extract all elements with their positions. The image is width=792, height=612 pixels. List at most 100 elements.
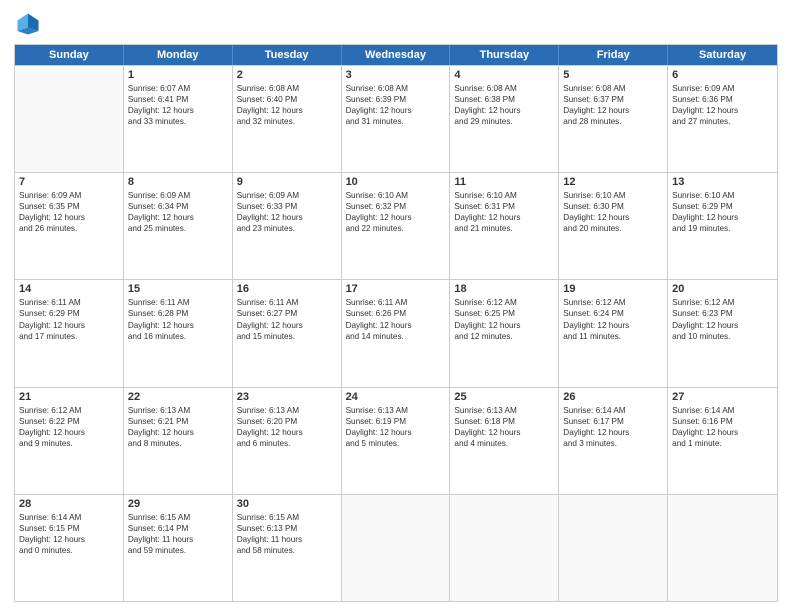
cell-info-line: Daylight: 12 hours [128, 427, 228, 438]
cell-info-line: Sunrise: 6:08 AM [237, 83, 337, 94]
calendar-cell: 6Sunrise: 6:09 AMSunset: 6:36 PMDaylight… [668, 66, 777, 172]
day-number: 4 [454, 69, 554, 81]
day-number: 10 [346, 176, 446, 188]
day-number: 12 [563, 176, 663, 188]
cell-info-line: Daylight: 12 hours [19, 534, 119, 545]
calendar-body: 1Sunrise: 6:07 AMSunset: 6:41 PMDaylight… [15, 65, 777, 601]
cell-info-line: Sunrise: 6:13 AM [237, 405, 337, 416]
cell-info-line: Sunrise: 6:09 AM [672, 83, 773, 94]
cell-info-line: Daylight: 12 hours [563, 320, 663, 331]
day-number: 29 [128, 498, 228, 510]
header [14, 10, 778, 38]
calendar-cell: 25Sunrise: 6:13 AMSunset: 6:18 PMDayligh… [450, 388, 559, 494]
cell-info-line: Sunset: 6:23 PM [672, 308, 773, 319]
cell-info-line: and 5 minutes. [346, 438, 446, 449]
calendar-cell [15, 66, 124, 172]
day-number: 21 [19, 391, 119, 403]
calendar-cell: 15Sunrise: 6:11 AMSunset: 6:28 PMDayligh… [124, 280, 233, 386]
calendar: SundayMondayTuesdayWednesdayThursdayFrid… [14, 44, 778, 602]
calendar-week-1: 1Sunrise: 6:07 AMSunset: 6:41 PMDaylight… [15, 65, 777, 172]
cell-info-line: and 32 minutes. [237, 116, 337, 127]
calendar-cell: 27Sunrise: 6:14 AMSunset: 6:16 PMDayligh… [668, 388, 777, 494]
cell-info-line: Sunset: 6:29 PM [672, 201, 773, 212]
cell-info-line: Sunset: 6:40 PM [237, 94, 337, 105]
day-number: 26 [563, 391, 663, 403]
cell-info-line: Daylight: 12 hours [237, 212, 337, 223]
cell-info-line: and 27 minutes. [672, 116, 773, 127]
calendar-cell: 28Sunrise: 6:14 AMSunset: 6:15 PMDayligh… [15, 495, 124, 601]
cell-info-line: and 12 minutes. [454, 331, 554, 342]
cell-info-line: and 26 minutes. [19, 223, 119, 234]
day-number: 1 [128, 69, 228, 81]
day-number: 23 [237, 391, 337, 403]
cell-info-line: Daylight: 12 hours [454, 105, 554, 116]
calendar-cell: 12Sunrise: 6:10 AMSunset: 6:30 PMDayligh… [559, 173, 668, 279]
cell-info-line: Daylight: 12 hours [237, 105, 337, 116]
calendar-cell: 18Sunrise: 6:12 AMSunset: 6:25 PMDayligh… [450, 280, 559, 386]
cell-info-line: Sunset: 6:34 PM [128, 201, 228, 212]
calendar-cell: 26Sunrise: 6:14 AMSunset: 6:17 PMDayligh… [559, 388, 668, 494]
cell-info-line: Daylight: 12 hours [346, 427, 446, 438]
cell-info-line: Sunrise: 6:08 AM [454, 83, 554, 94]
cell-info-line: and 17 minutes. [19, 331, 119, 342]
cell-info-line: Sunset: 6:27 PM [237, 308, 337, 319]
day-number: 6 [672, 69, 773, 81]
cell-info-line: Daylight: 12 hours [672, 427, 773, 438]
cell-info-line: Daylight: 12 hours [128, 105, 228, 116]
cell-info-line: Daylight: 12 hours [563, 427, 663, 438]
header-day-sunday: Sunday [15, 45, 124, 65]
cell-info-line: and 6 minutes. [237, 438, 337, 449]
cell-info-line: and 16 minutes. [128, 331, 228, 342]
day-number: 11 [454, 176, 554, 188]
cell-info-line: and 1 minute. [672, 438, 773, 449]
cell-info-line: Sunset: 6:38 PM [454, 94, 554, 105]
cell-info-line: Sunrise: 6:10 AM [454, 190, 554, 201]
cell-info-line: Daylight: 12 hours [19, 212, 119, 223]
cell-info-line: Sunset: 6:35 PM [19, 201, 119, 212]
day-number: 13 [672, 176, 773, 188]
cell-info-line: Sunrise: 6:11 AM [346, 297, 446, 308]
cell-info-line: Sunset: 6:26 PM [346, 308, 446, 319]
cell-info-line: Sunrise: 6:14 AM [672, 405, 773, 416]
header-day-tuesday: Tuesday [233, 45, 342, 65]
cell-info-line: Daylight: 11 hours [237, 534, 337, 545]
cell-info-line: Sunset: 6:41 PM [128, 94, 228, 105]
cell-info-line: and 28 minutes. [563, 116, 663, 127]
calendar-header: SundayMondayTuesdayWednesdayThursdayFrid… [15, 45, 777, 65]
header-day-thursday: Thursday [450, 45, 559, 65]
cell-info-line: and 14 minutes. [346, 331, 446, 342]
cell-info-line: and 22 minutes. [346, 223, 446, 234]
day-number: 18 [454, 283, 554, 295]
cell-info-line: Sunset: 6:37 PM [563, 94, 663, 105]
cell-info-line: Sunset: 6:24 PM [563, 308, 663, 319]
cell-info-line: Sunset: 6:39 PM [346, 94, 446, 105]
day-number: 3 [346, 69, 446, 81]
cell-info-line: Sunrise: 6:13 AM [346, 405, 446, 416]
cell-info-line: Sunrise: 6:12 AM [672, 297, 773, 308]
cell-info-line: Sunset: 6:28 PM [128, 308, 228, 319]
cell-info-line: Sunrise: 6:10 AM [672, 190, 773, 201]
cell-info-line: and 33 minutes. [128, 116, 228, 127]
cell-info-line: Sunrise: 6:12 AM [454, 297, 554, 308]
calendar-cell: 29Sunrise: 6:15 AMSunset: 6:14 PMDayligh… [124, 495, 233, 601]
cell-info-line: Sunrise: 6:11 AM [19, 297, 119, 308]
header-day-saturday: Saturday [668, 45, 777, 65]
calendar-cell: 7Sunrise: 6:09 AMSunset: 6:35 PMDaylight… [15, 173, 124, 279]
header-day-monday: Monday [124, 45, 233, 65]
cell-info-line: Daylight: 12 hours [454, 212, 554, 223]
cell-info-line: and 4 minutes. [454, 438, 554, 449]
cell-info-line: Sunrise: 6:07 AM [128, 83, 228, 94]
cell-info-line: and 0 minutes. [19, 545, 119, 556]
cell-info-line: Sunset: 6:33 PM [237, 201, 337, 212]
cell-info-line: and 29 minutes. [454, 116, 554, 127]
cell-info-line: Sunrise: 6:14 AM [19, 512, 119, 523]
cell-info-line: Daylight: 12 hours [454, 427, 554, 438]
calendar-cell: 21Sunrise: 6:12 AMSunset: 6:22 PMDayligh… [15, 388, 124, 494]
calendar-cell: 2Sunrise: 6:08 AMSunset: 6:40 PMDaylight… [233, 66, 342, 172]
cell-info-line: Sunset: 6:20 PM [237, 416, 337, 427]
cell-info-line: Daylight: 12 hours [672, 212, 773, 223]
page: SundayMondayTuesdayWednesdayThursdayFrid… [0, 0, 792, 612]
calendar-cell: 17Sunrise: 6:11 AMSunset: 6:26 PMDayligh… [342, 280, 451, 386]
cell-info-line: and 58 minutes. [237, 545, 337, 556]
day-number: 17 [346, 283, 446, 295]
